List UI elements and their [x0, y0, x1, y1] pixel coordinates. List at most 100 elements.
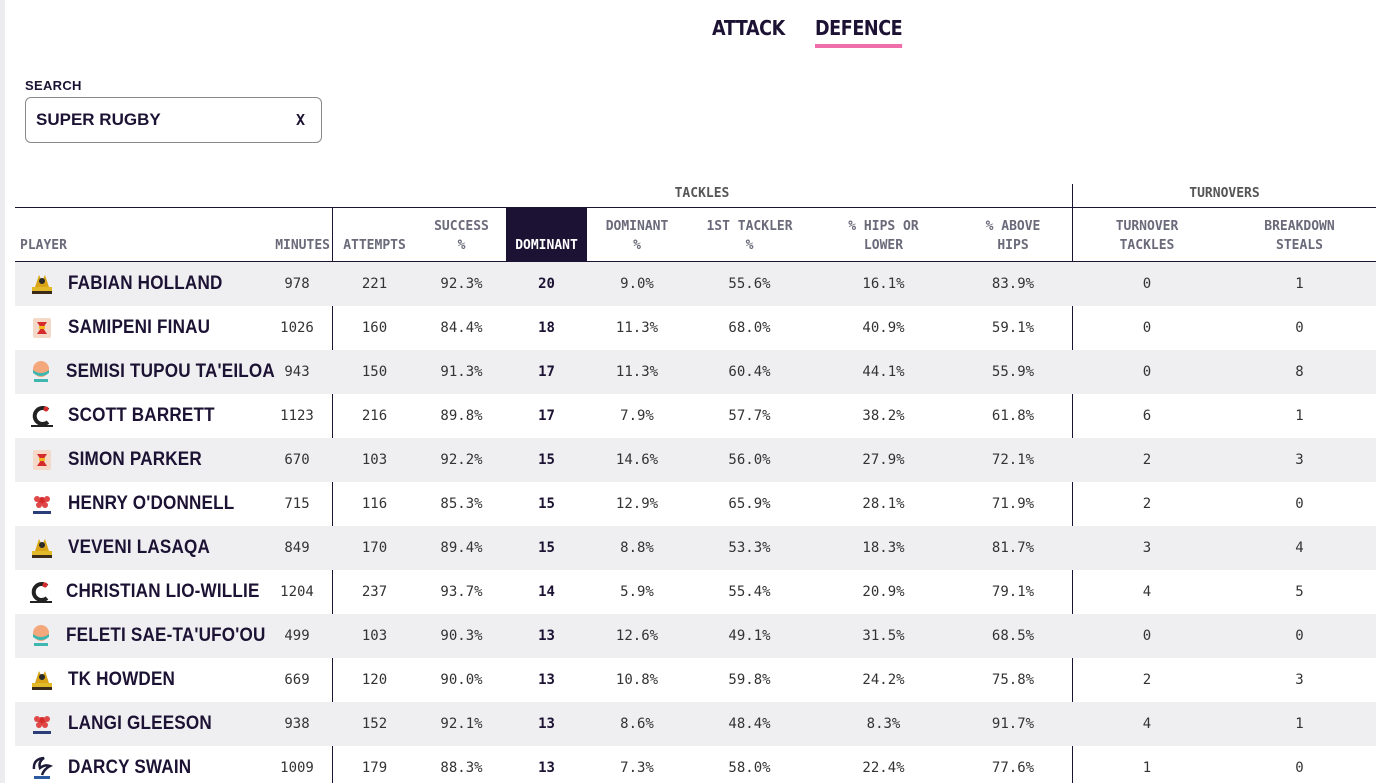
player[interactable]: FELETI SAE-TA'UFO'OU [15, 622, 265, 650]
tab-attack[interactable]: ATTACK [712, 16, 785, 48]
player[interactable]: TK HOWDEN [15, 666, 262, 694]
col-dominant-pct[interactable]: DOMINANT% [587, 208, 687, 262]
cell-minutes: 499 [284, 627, 310, 644]
cell-hips-lower: 31.5% [862, 627, 905, 644]
cell-hips-lower: 18.3% [862, 539, 905, 556]
cell-above-hips: 91.7% [991, 715, 1035, 732]
cell-success: 89.4% [440, 539, 483, 556]
table-row[interactable]: CHRISTIAN LIO-WILLIE 1204 237 93.7% 14 5.9% 55… [15, 570, 1376, 614]
highlanders-logo [28, 534, 56, 562]
player-name[interactable]: HENRY O'DONNELL [68, 493, 234, 515]
player-name[interactable]: SEMISI TUPOU TA'EILOA [66, 361, 275, 383]
cell-breakdown-steals: 0 [1295, 759, 1304, 776]
cell-above-hips: 72.1% [991, 451, 1035, 468]
cell-success: 88.3% [440, 759, 483, 776]
chiefs-logo [28, 446, 56, 474]
col-first-tackler[interactable]: 1ST TACKLER% [687, 208, 812, 262]
col-turnover-tackles[interactable]: TURNOVER TACKLES [1071, 208, 1223, 262]
cell-hips-lower: 38.2% [862, 407, 905, 424]
player[interactable]: FABIAN HOLLAND [15, 270, 262, 298]
cell-minutes: 1204 [280, 583, 314, 600]
player-name[interactable]: LANGI GLEESON [68, 713, 212, 735]
search-input[interactable]: SUPER RUGBY [36, 110, 290, 130]
cell-breakdown-steals: 0 [1295, 627, 1304, 644]
table-row[interactable]: SIMON PARKER 670 103 92.2% 15 14.6% 56.0% 27.9%… [15, 437, 1376, 482]
search-label: SEARCH [25, 78, 82, 93]
cell-first-tackler: 55.6% [728, 275, 771, 292]
table-row[interactable]: TK HOWDEN 669 120 90.0% 13 10.8% 59.8% 24.2% 75.… [15, 658, 1376, 702]
player-name[interactable]: SAMIPENI FINAU [68, 317, 210, 339]
player[interactable]: CHRISTIAN LIO-WILLIE [15, 578, 262, 606]
cell-dominant: 15 [538, 451, 555, 468]
cell-attempts: 179 [361, 759, 388, 776]
player[interactable]: SEMISI TUPOU TA'EILOA [15, 358, 275, 386]
player[interactable]: DARCY SWAIN [15, 754, 262, 782]
cell-dominant-pct: 14.6% [615, 451, 659, 468]
col-dominant[interactable]: DOMINANT [506, 207, 587, 262]
col-success[interactable]: SUCCESS% [417, 208, 506, 262]
player[interactable]: VEVENI LASAQA [15, 534, 262, 562]
cell-first-tackler: 59.8% [728, 671, 771, 688]
cell-attempts: 170 [361, 539, 388, 556]
table-row[interactable]: FABIAN HOLLAND 978 221 92.3% 20 9.0% 55.6% 16.1… [15, 261, 1376, 306]
table-row[interactable]: SEMISI TUPOU TA'EILOA 943 150 91.3% 17 11.3% 6… [15, 349, 1376, 394]
cell-attempts: 152 [361, 715, 388, 732]
cell-success: 85.3% [440, 495, 483, 512]
cell-attempts: 221 [361, 275, 388, 292]
col-hips-lower[interactable]: % HIPS OR LOWER [812, 208, 955, 262]
cell-above-hips: 79.1% [991, 583, 1035, 600]
cell-breakdown-steals: 0 [1295, 319, 1304, 336]
cell-minutes: 849 [284, 539, 310, 556]
player[interactable]: LANGI GLEESON [15, 710, 262, 738]
table-row[interactable]: DARCY SWAIN 1009 179 88.3% 13 7.3% 58.0% 22.4% 7… [15, 746, 1376, 783]
cell-dominant: 17 [538, 363, 555, 380]
player[interactable]: SAMIPENI FINAU [15, 314, 262, 342]
cell-first-tackler: 49.1% [728, 627, 771, 644]
cell-hips-lower: 40.9% [862, 319, 905, 336]
player[interactable]: HENRY O'DONNELL [15, 490, 262, 518]
player-cell: SAMIPENI FINAU [15, 306, 262, 350]
player-cell: SCOTT BARRETT [15, 394, 262, 438]
player-name[interactable]: SCOTT BARRETT [68, 405, 215, 427]
cell-turnover-tackles: 3 [1142, 539, 1152, 556]
player[interactable]: SIMON PARKER [15, 446, 262, 474]
defence-stats-table: PLAYER MINUTES ATTEMPTS SUCCESS% DOMINAN… [15, 207, 1376, 783]
col-attempts[interactable]: ATTEMPTS [332, 208, 417, 262]
clear-search-button[interactable]: X [290, 111, 311, 129]
col-breakdown-steals[interactable]: BREAKDOWN STEALS [1223, 208, 1376, 262]
player-name[interactable]: DARCY SWAIN [68, 757, 191, 779]
player-name[interactable]: TK HOWDEN [68, 669, 175, 691]
player-name[interactable]: SIMON PARKER [68, 449, 202, 471]
player-cell: SIMON PARKER [15, 438, 262, 482]
player-cell: SEMISI TUPOU TA'EILOA [15, 350, 275, 394]
table-row[interactable]: LANGI GLEESON 938 152 92.1% 13 8.6% 48.4% 8.3% 9… [15, 701, 1376, 746]
player-name[interactable]: FELETI SAE-TA'UFO'OU [66, 625, 266, 647]
player[interactable]: SCOTT BARRETT [15, 402, 262, 430]
cell-dominant: 17 [538, 407, 555, 424]
cell-turnover-tackles: 4 [1142, 715, 1152, 732]
cell-first-tackler: 60.4% [728, 363, 771, 380]
cell-turnover-tackles: 0 [1142, 319, 1152, 336]
col-above-hips[interactable]: % ABOVE HIPS [955, 208, 1071, 262]
player-name[interactable]: CHRISTIAN LIO-WILLIE [66, 581, 260, 603]
cell-minutes: 978 [284, 275, 310, 292]
cell-dominant: 13 [538, 627, 555, 644]
player-name[interactable]: FABIAN HOLLAND [68, 273, 223, 295]
search-field[interactable]: SUPER RUGBY X [25, 97, 322, 143]
table-row[interactable]: SCOTT BARRETT 1123 216 89.8% 17 7.9% 57.7% 38.2… [15, 394, 1376, 438]
table-row[interactable]: VEVENI LASAQA 849 170 89.4% 15 8.8% 53.3% 18.3%… [15, 525, 1376, 570]
moana-pasifika-logo [28, 358, 54, 386]
cell-breakdown-steals: 0 [1295, 495, 1304, 512]
table-row[interactable]: SAMIPENI FINAU 1026 160 84.4% 18 11.3% 68.0% 40… [15, 306, 1376, 350]
player-name[interactable]: VEVENI LASAQA [68, 537, 210, 559]
col-minutes[interactable]: MINUTES [262, 208, 332, 262]
tab-defence[interactable]: DEFENCE [814, 16, 902, 48]
cell-breakdown-steals: 3 [1295, 451, 1304, 468]
cell-dominant: 15 [538, 539, 555, 556]
col-player[interactable]: PLAYER [15, 208, 262, 262]
table-row[interactable]: HENRY O'DONNELL 715 116 85.3% 15 12.9% 65.9% 28… [15, 482, 1376, 526]
cell-first-tackler: 53.3% [728, 539, 771, 556]
table-row[interactable]: FELETI SAE-TA'UFO'OU 499 103 90.3% 13 12.6% 49… [15, 613, 1376, 658]
cell-minutes: 1026 [280, 319, 314, 336]
cell-attempts: 116 [361, 495, 388, 512]
